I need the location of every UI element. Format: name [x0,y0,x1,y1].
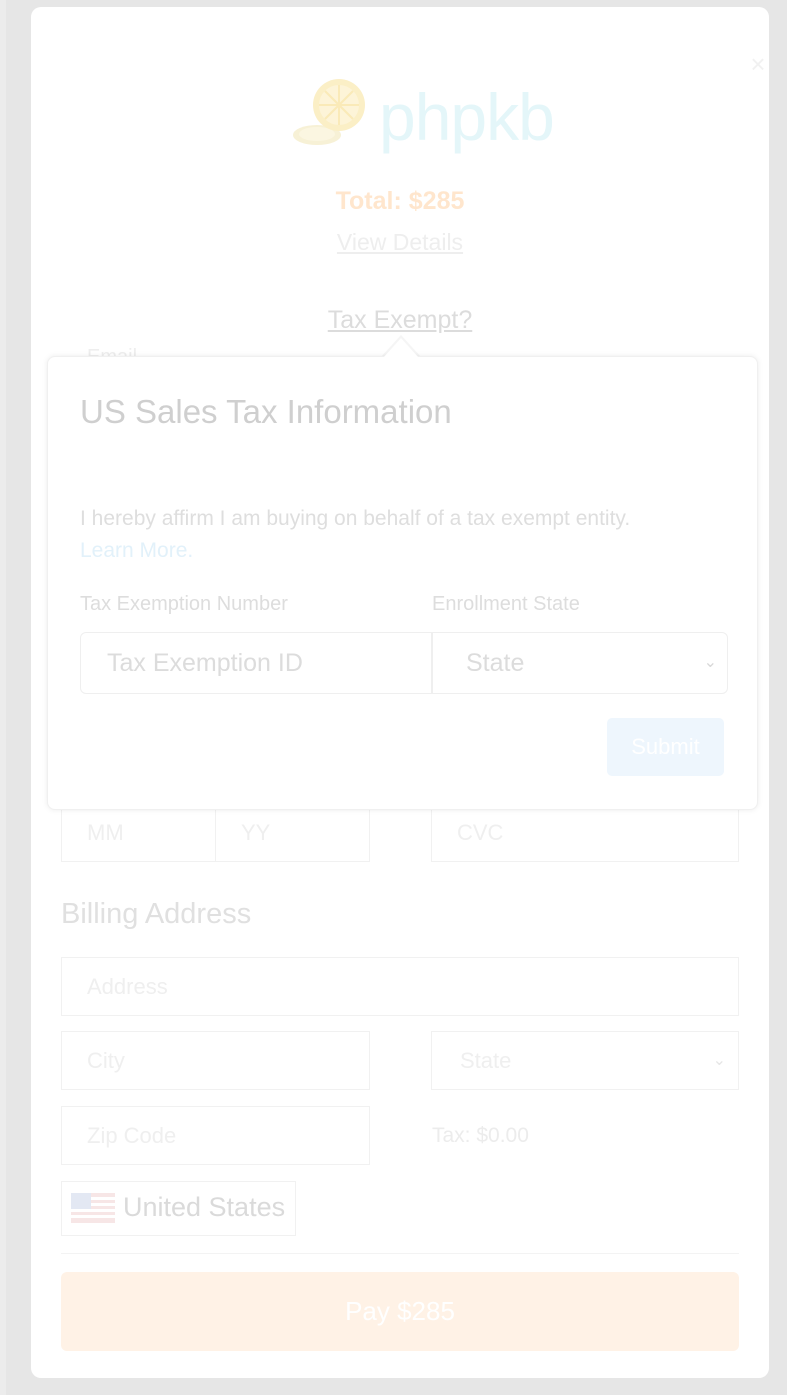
billing-state-select[interactable]: State ⌄ [431,1031,739,1090]
chevron-down-icon: ⌄ [703,654,717,671]
brand-name: phpkb [379,80,555,154]
us-flag-icon [71,1193,115,1223]
tax-exemption-id-input[interactable]: Tax Exemption ID [80,632,432,694]
popover-arrow-inner [383,338,419,358]
enrollment-state-label: Enrollment State [432,593,580,615]
lemon-logo-icon [293,79,365,145]
address-input[interactable]: Address [61,957,739,1016]
order-total: Total: $285 [335,187,465,215]
affirm-text: I hereby affirm I am buying on behalf of… [80,507,631,530]
brand-logo: phpkb [289,77,589,154]
country-selector[interactable]: United States [61,1181,296,1236]
tax-info-popover: US Sales Tax Information I hereby affirm… [47,356,758,810]
zip-code-input[interactable]: Zip Code [61,1106,370,1165]
submit-button[interactable]: Submit [607,718,724,776]
city-input[interactable]: City [61,1031,370,1090]
tax-amount: Tax: $0.00 [432,1124,529,1147]
tax-exempt-link[interactable]: Tax Exempt? [0,306,787,335]
expiry-month-input[interactable]: MM [61,803,216,862]
chevron-down-icon: ⌄ [712,1052,726,1069]
billing-address-heading: Billing Address [61,898,252,930]
expiry-year-input[interactable]: YY [215,803,370,862]
view-details-link[interactable]: View Details [0,229,787,256]
pay-button[interactable]: Pay $285 [61,1272,739,1351]
divider [61,1253,739,1254]
cvc-input[interactable]: CVC [431,803,739,862]
tax-exemption-number-label: Tax Exemption Number [80,593,288,615]
close-icon[interactable]: × [747,51,769,77]
country-name: United States [123,1192,286,1222]
learn-more-link[interactable]: Learn More. [80,539,193,563]
popover-title: US Sales Tax Information [80,393,452,430]
enrollment-state-select[interactable]: State ⌄ [432,632,728,694]
